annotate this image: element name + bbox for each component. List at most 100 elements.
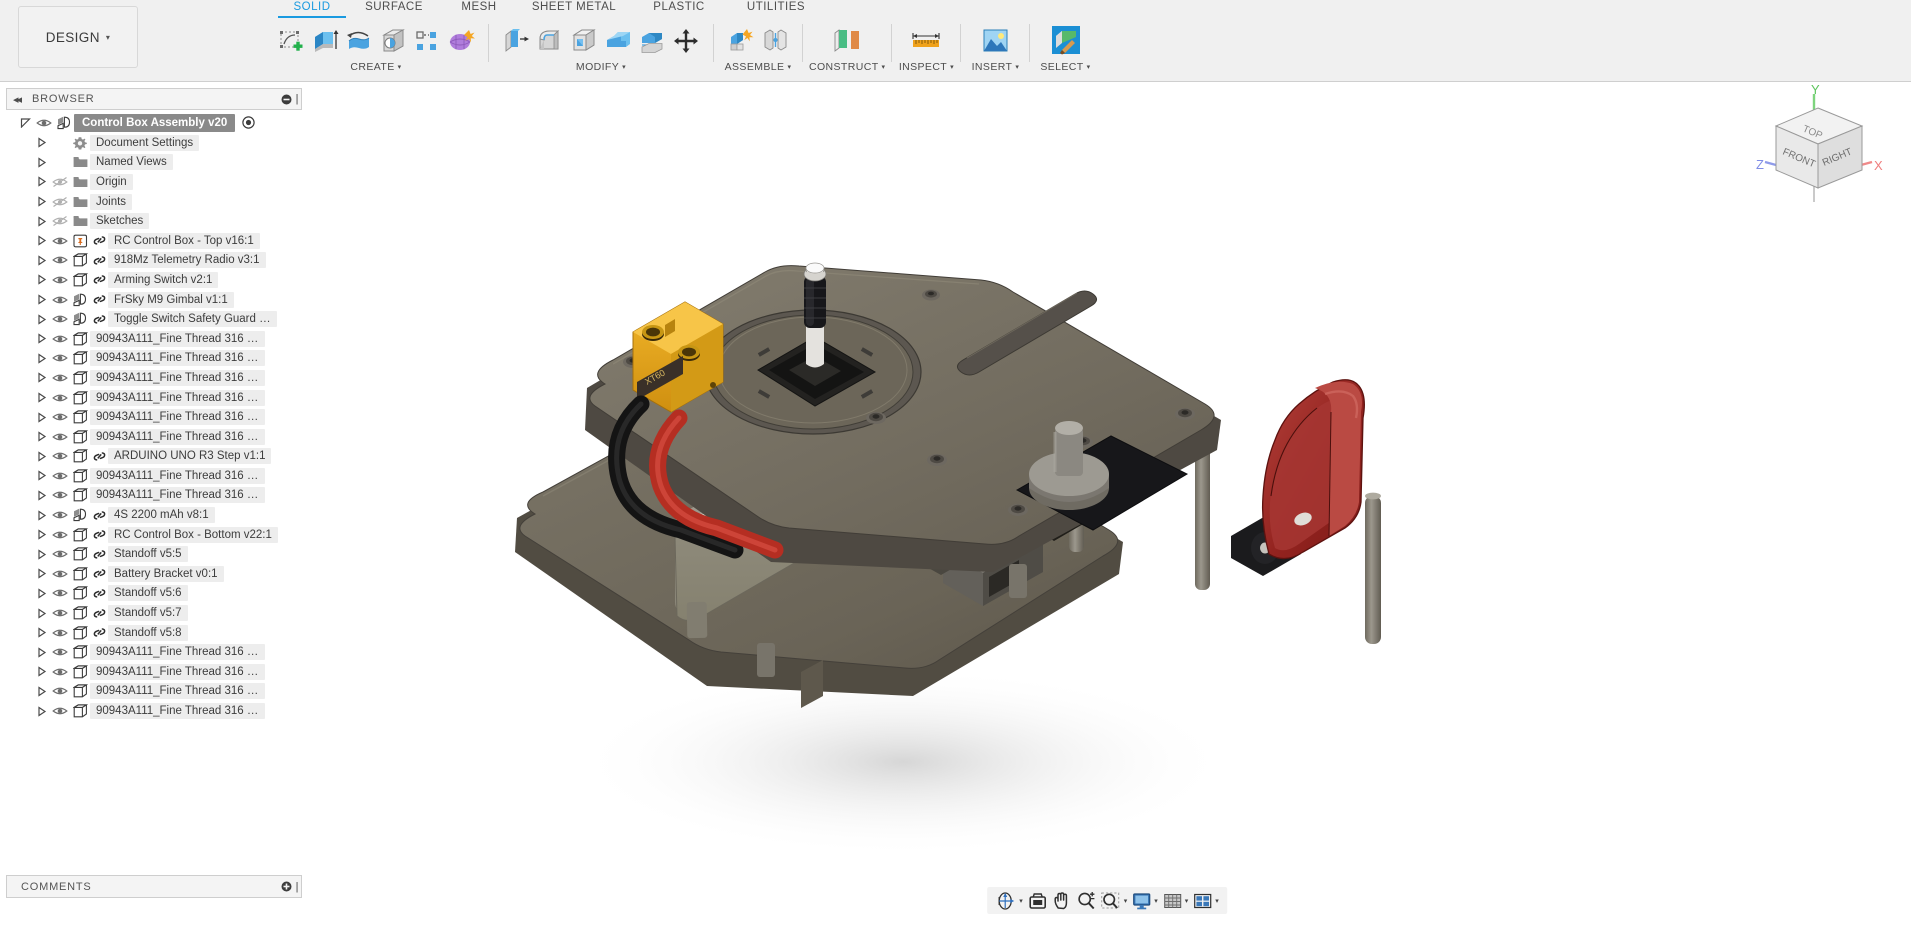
collapse-left-icon[interactable]: ◂◂ — [13, 93, 20, 106]
panel-select-label[interactable]: SELECT▾ — [1040, 61, 1090, 73]
browser-tree-node[interactable]: 90943A111_Fine Thread 316 Stainl… — [6, 486, 302, 506]
grip-icon[interactable]: || — [295, 93, 297, 105]
panel-inspect-label[interactable]: INSPECT▾ — [899, 61, 954, 73]
expander-expand-icon[interactable] — [32, 549, 50, 560]
panel-modify-label[interactable]: MODIFY▾ — [576, 61, 626, 73]
browser-tree-node[interactable]: 4S 2200 mAh v8:1 — [6, 505, 302, 525]
offset-plane-icon[interactable] — [825, 22, 869, 60]
eye-visible-icon[interactable] — [50, 450, 70, 462]
browser-tree-node[interactable]: 90943A111_Fine Thread 316 Stainl… — [6, 466, 302, 486]
browser-tree-node[interactable]: FrSky M9 Gimbal v1:1 — [6, 290, 302, 310]
view-cube[interactable]: Y Z X TOP FRONT RIGHT — [1752, 82, 1887, 217]
eye-visible-icon[interactable] — [50, 509, 70, 521]
browser-tree-node[interactable]: 90943A111_Fine Thread 316 Stainl… — [6, 662, 302, 682]
plus-circle-icon[interactable] — [279, 880, 293, 894]
standoff-front-left[interactable] — [741, 450, 756, 600]
tab-utilities[interactable]: UTILITIES — [728, 0, 824, 16]
press-pull-icon[interactable] — [499, 22, 533, 60]
panel-create-label[interactable]: CREATE▾ — [350, 61, 401, 73]
eye-visible-icon[interactable] — [50, 392, 70, 404]
expander-expand-icon[interactable] — [32, 490, 50, 501]
offset-face-icon[interactable] — [635, 22, 669, 60]
expander-expand-icon[interactable] — [32, 274, 50, 285]
expander-expand-icon[interactable] — [32, 314, 50, 325]
eye-visible-icon[interactable] — [50, 313, 70, 325]
browser-tree-node[interactable]: 90943A111_Fine Thread 316 Stainl… — [6, 388, 302, 408]
expander-expand-icon[interactable] — [32, 333, 50, 344]
grid-snaps-icon[interactable]: ▾ — [1160, 889, 1191, 912]
browser-tree-node[interactable]: 90943A111_Fine Thread 316 Stainl… — [6, 368, 302, 388]
eye-visible-icon[interactable] — [50, 587, 70, 599]
tab-plastic[interactable]: PLASTIC — [630, 0, 728, 16]
browser-tree-node[interactable]: Arming Switch v2:1 — [6, 270, 302, 290]
eye-visible-icon[interactable] — [50, 568, 70, 580]
browser-tree-node[interactable]: Standoff v5:6 — [6, 584, 302, 604]
browser-tree-node[interactable]: Standoff v5:8 — [6, 623, 302, 643]
zoom-window-icon[interactable]: ▾ — [1098, 889, 1130, 912]
expander-expand-icon[interactable] — [32, 451, 50, 462]
revolve-icon[interactable] — [342, 22, 376, 60]
expander-expand-icon[interactable] — [32, 529, 50, 540]
eye-visible-icon[interactable] — [50, 411, 70, 423]
minus-circle-icon[interactable] — [279, 92, 293, 106]
browser-tree[interactable]: Control Box Assembly v20Document Setting… — [6, 112, 302, 804]
browser-tree-node[interactable]: Origin — [6, 172, 302, 192]
eye-visible-icon[interactable] — [50, 294, 70, 306]
panel-insert-label[interactable]: INSERT▾ — [972, 61, 1020, 73]
combine-icon[interactable] — [601, 22, 635, 60]
expander-expand-icon[interactable] — [32, 255, 50, 266]
browser-tree-node[interactable]: Battery Bracket v0:1 — [6, 564, 302, 584]
browser-tree-node[interactable]: Standoff v5:5 — [6, 544, 302, 564]
pan-icon[interactable] — [1050, 889, 1074, 912]
browser-tree-node[interactable]: 90943A111_Fine Thread 316 Stainl… — [6, 701, 302, 721]
measure-icon[interactable] — [902, 22, 950, 60]
browser-tree-node[interactable]: 918Mz Telemetry Radio v3:1 — [6, 251, 302, 271]
orbit-icon[interactable]: ▾ — [993, 889, 1025, 912]
expander-expand-icon[interactable] — [32, 470, 50, 481]
toggle-switch-safety-guard[interactable] — [1231, 380, 1364, 576]
browser-tree-node[interactable]: 90943A111_Fine Thread 316 Stainl… — [6, 682, 302, 702]
design-canvas[interactable]: XT60 — [303, 82, 1911, 928]
eye-visible-icon[interactable] — [50, 666, 70, 678]
eye-visible-icon[interactable] — [50, 274, 70, 286]
fillet-icon[interactable] — [533, 22, 567, 60]
form-icon[interactable] — [444, 22, 478, 60]
look-at-icon[interactable] — [1025, 889, 1050, 912]
move-copy-icon[interactable] — [669, 22, 703, 60]
expander-expand-icon[interactable] — [32, 392, 50, 403]
eye-hidden-icon[interactable] — [50, 196, 70, 208]
browser-tree-node[interactable]: 90943A111_Fine Thread 316 Stainl… — [6, 329, 302, 349]
browser-tree-node[interactable]: Sketches — [6, 211, 302, 231]
display-settings-icon[interactable]: ▾ — [1129, 889, 1160, 912]
browser-tree-node[interactable]: 90943A111_Fine Thread 316 Stainl… — [6, 407, 302, 427]
joint-icon[interactable] — [758, 22, 792, 60]
expander-expand-icon[interactable] — [32, 510, 50, 521]
eye-visible-icon[interactable] — [50, 235, 70, 247]
expander-expand-icon[interactable] — [32, 294, 50, 305]
eye-visible-icon[interactable] — [50, 254, 70, 266]
eye-hidden-icon[interactable] — [50, 176, 70, 188]
expander-expand-icon[interactable] — [32, 608, 50, 619]
expander-expand-icon[interactable] — [32, 627, 50, 638]
tab-solid[interactable]: SOLID — [276, 0, 348, 16]
browser-tree-node[interactable]: Joints — [6, 192, 302, 212]
create-sketch-icon[interactable] — [274, 22, 308, 60]
expander-expand-icon[interactable] — [32, 372, 50, 383]
eye-hidden-icon[interactable] — [50, 215, 70, 227]
browser-tree-node[interactable]: 90943A111_Fine Thread 316 Stainl… — [6, 349, 302, 369]
eye-visible-icon[interactable] — [50, 352, 70, 364]
expander-expand-icon[interactable] — [32, 647, 50, 658]
expander-expand-icon[interactable] — [32, 137, 50, 148]
select-icon[interactable] — [1040, 22, 1090, 60]
rectangular-pattern-icon[interactable] — [410, 22, 444, 60]
expander-expand-icon[interactable] — [32, 686, 50, 697]
expander-expand-icon[interactable] — [32, 196, 50, 207]
grip-icon[interactable]: || — [295, 881, 297, 893]
expander-expand-icon[interactable] — [32, 353, 50, 364]
browser-tree-node[interactable]: 90943A111_Fine Thread 316 Stainl… — [6, 642, 302, 662]
browser-tree-node[interactable]: RC Control Box - Bottom v22:1 — [6, 525, 302, 545]
workspace-switcher[interactable]: DESIGN ▾ — [18, 6, 138, 68]
tab-mesh[interactable]: MESH — [440, 0, 518, 16]
extrude-icon[interactable] — [308, 22, 342, 60]
expander-expand-icon[interactable] — [32, 176, 50, 187]
